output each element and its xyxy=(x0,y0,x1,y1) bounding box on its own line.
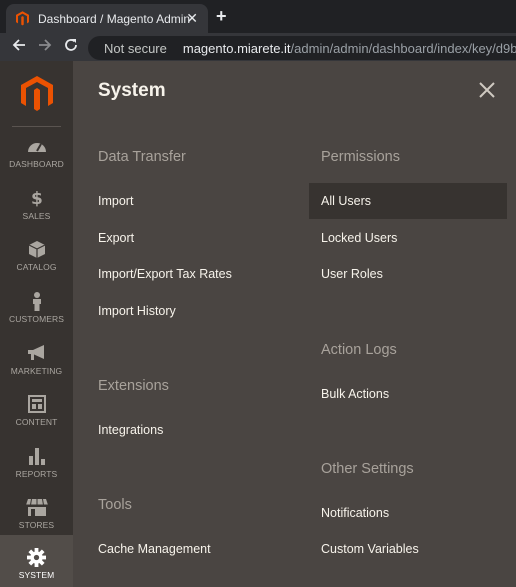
forward-arrow-icon xyxy=(39,38,52,51)
url-path: /admin/admin/dashboard/index/key/d9bd0f xyxy=(290,40,516,56)
gear-icon xyxy=(27,547,46,567)
menu-link-import-export-tax-rates[interactable]: Import/Export Tax Rates xyxy=(98,256,232,292)
menu-link-bulk-actions[interactable]: Bulk Actions xyxy=(321,376,389,412)
menu-link-cache-management[interactable]: Cache Management xyxy=(98,531,211,567)
menu-link-custom-variables[interactable]: Custom Variables xyxy=(321,531,419,567)
sidebar-item-dashboard[interactable]: DASHBOARD xyxy=(0,136,73,188)
dollar-icon: $ xyxy=(31,188,43,208)
sidebar-item-label: STORES xyxy=(18,520,55,530)
menu-link-locked-users[interactable]: Locked Users xyxy=(321,220,397,256)
browser-toolbar: Not secure magento.miarete.it/admin/admi… xyxy=(0,33,516,61)
magento-favicon-icon xyxy=(16,11,30,27)
section-title-other-settings: Other Settings xyxy=(321,461,414,477)
sidebar-item-label: DASHBOARD xyxy=(9,159,64,169)
tab-close-icon[interactable]: ✕ xyxy=(186,10,198,26)
sidebar-item-reports[interactable]: REPORTS xyxy=(0,446,73,498)
sidebar-item-system[interactable]: SYSTEM xyxy=(0,535,73,587)
bar-chart-icon xyxy=(28,446,46,466)
menu-link-notifications[interactable]: Notifications xyxy=(321,495,389,531)
panel-title: System xyxy=(98,80,166,101)
menu-link-user-roles[interactable]: User Roles xyxy=(321,256,383,292)
sidebar-item-catalog[interactable]: CATALOG xyxy=(0,239,73,291)
person-icon xyxy=(31,291,43,311)
section-title-permissions: Permissions xyxy=(321,149,400,165)
admin-sidebar: DASHBOARD $ SALES CATALOG CUSTOMERS MARK… xyxy=(0,61,73,587)
new-tab-button[interactable]: + xyxy=(216,6,227,26)
svg-text:$: $ xyxy=(31,189,43,207)
section-title-tools: Tools xyxy=(98,497,132,513)
browser-tab[interactable]: Dashboard / Magento Admin ✕ xyxy=(6,4,208,33)
sidebar-item-label: CATALOG xyxy=(16,262,57,272)
sidebar-item-customers[interactable]: CUSTOMERS xyxy=(0,291,73,343)
reload-icon xyxy=(65,38,77,51)
menu-link-integrations[interactable]: Integrations xyxy=(98,412,163,448)
magento-logo-icon[interactable] xyxy=(21,76,53,112)
sidebar-item-label: CONTENT xyxy=(15,417,58,427)
sidebar-item-content[interactable]: CONTENT xyxy=(0,394,73,446)
section-title-extensions: Extensions xyxy=(98,378,169,394)
sidebar-item-label: REPORTS xyxy=(15,469,58,479)
dashboard-icon xyxy=(27,136,47,156)
box-icon xyxy=(28,239,45,259)
logo-divider xyxy=(12,126,61,127)
sidebar-item-label: SYSTEM xyxy=(18,570,55,580)
address-bar[interactable]: Not secure magento.miarete.it/admin/admi… xyxy=(88,36,516,60)
menu-link-export[interactable]: Export xyxy=(98,220,134,256)
megaphone-icon xyxy=(27,343,47,363)
close-button[interactable] xyxy=(478,81,496,99)
close-icon xyxy=(479,82,495,98)
not-secure-label: Not secure xyxy=(104,40,167,56)
back-arrow-icon xyxy=(12,38,25,51)
sidebar-item-marketing[interactable]: MARKETING xyxy=(0,343,73,395)
section-title-action-logs: Action Logs xyxy=(321,342,397,358)
menu-link-import[interactable]: Import xyxy=(98,183,133,219)
system-menu-panel: System Data Transfer Import Export Impor… xyxy=(73,61,516,587)
url-host: magento.miarete.it xyxy=(182,40,291,56)
sidebar-item-label: MARKETING xyxy=(10,366,63,376)
layout-icon xyxy=(27,394,46,414)
section-title-data-transfer: Data Transfer xyxy=(98,149,186,165)
sidebar-item-label: CUSTOMERS xyxy=(8,314,65,324)
sidebar-item-label: SALES xyxy=(22,211,51,221)
reload-button[interactable] xyxy=(58,38,84,57)
forward-button[interactable] xyxy=(32,38,58,57)
tab-title: Dashboard / Magento Admin xyxy=(38,11,191,26)
browser-tab-bar: Dashboard / Magento Admin ✕ + xyxy=(0,0,516,33)
back-button[interactable] xyxy=(6,38,32,57)
store-icon xyxy=(25,497,48,517)
menu-link-all-users[interactable]: All Users xyxy=(309,183,507,219)
sidebar-item-sales[interactable]: $ SALES xyxy=(0,188,73,240)
menu-link-import-history[interactable]: Import History xyxy=(98,293,176,329)
